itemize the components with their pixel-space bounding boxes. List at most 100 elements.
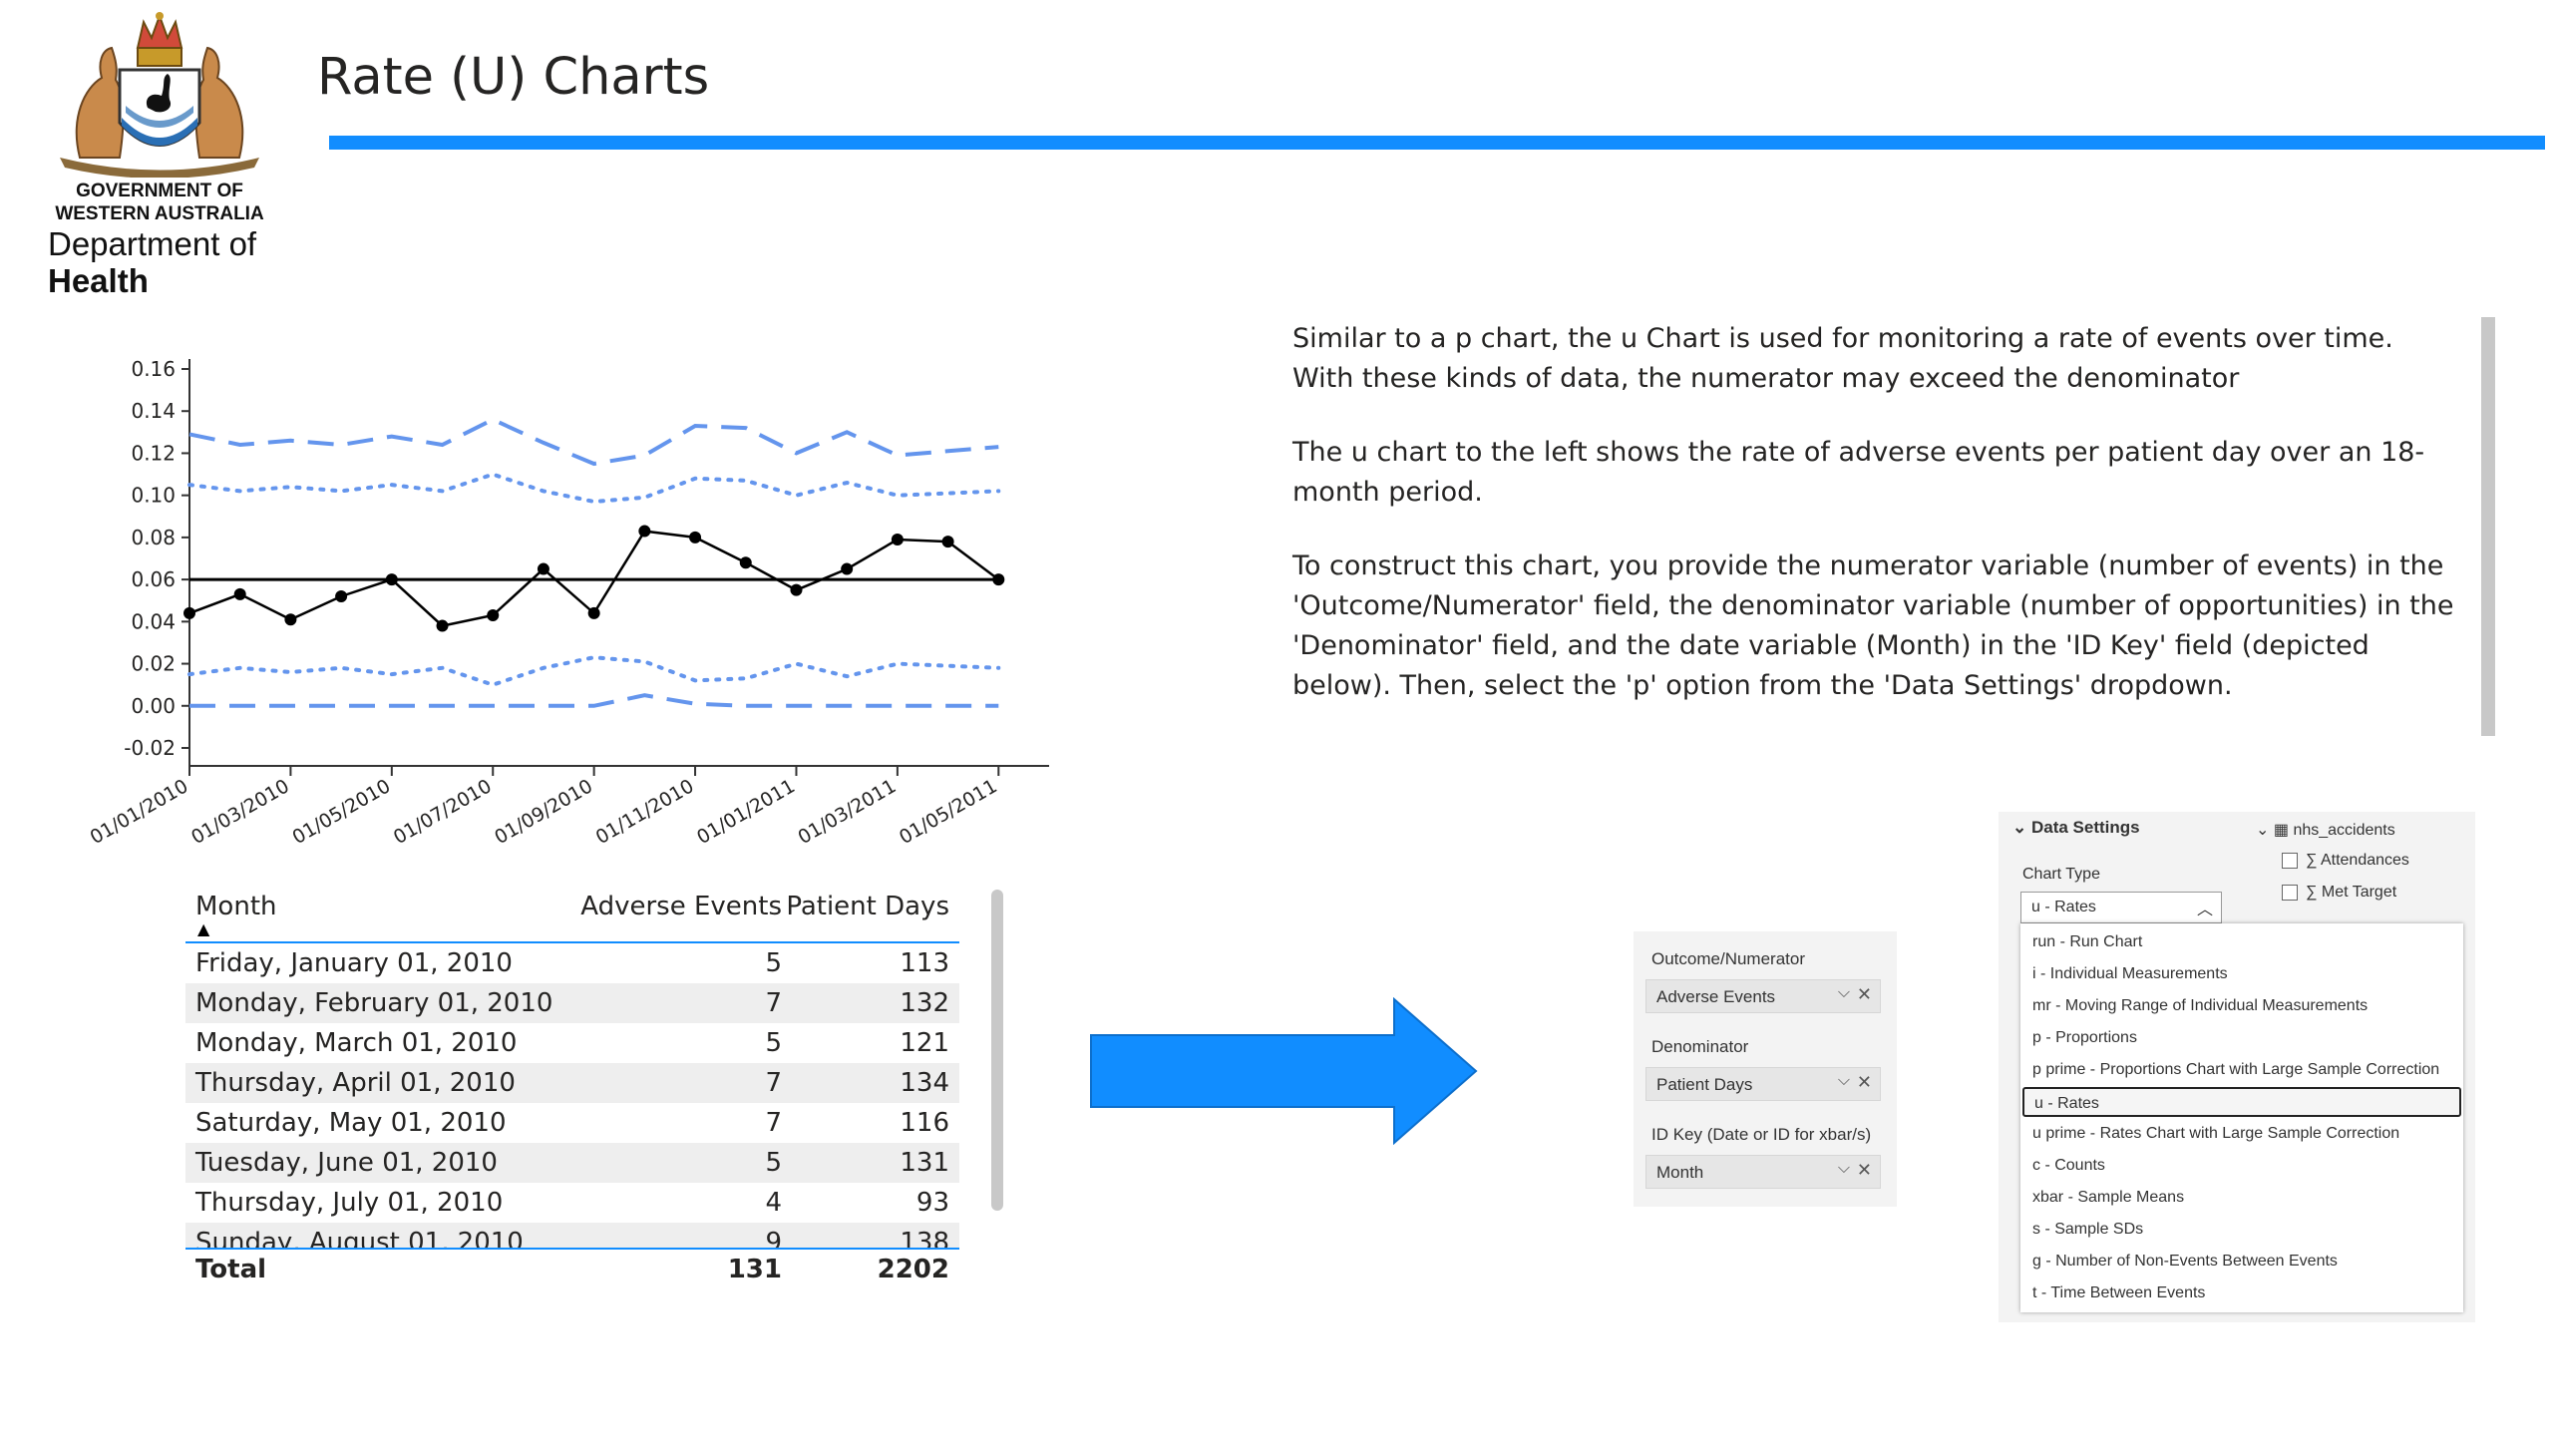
cell-patient-days: 116 — [900, 1108, 949, 1138]
checkbox[interactable] — [2282, 852, 2298, 869]
chart-type-option[interactable]: t - Time Between Events — [2022, 1278, 2461, 1308]
table-row[interactable]: Tuesday, June 01, 2010 5 131 — [185, 1143, 959, 1183]
x-tick-label: 01/05/2011 — [896, 775, 1001, 849]
chart-type-option[interactable]: g - Number of Non-Events Between Events — [2022, 1247, 2461, 1276]
table-body: Friday, January 01, 2010 5 113 Monday, Febr… — [185, 943, 959, 1248]
idkey-field[interactable]: Month ⌵ ✕ — [1645, 1155, 1881, 1189]
idkey-label: ID Key (Date or ID for xbar/s) — [1651, 1125, 1872, 1144]
page-title: Rate (U) Charts — [317, 48, 710, 107]
sigma-icon: ∑ — [2306, 884, 2322, 901]
close-icon[interactable]: ✕ — [1857, 1160, 1872, 1181]
column-header-patient-days[interactable]: Patient Days — [786, 892, 949, 921]
description-paragraph-2: The u chart to the left shows the rate o… — [1292, 437, 2425, 508]
cell-month: Thursday, July 01, 2010 — [195, 1188, 504, 1218]
numerator-field[interactable]: Adverse Events ⌵ ✕ — [1645, 979, 1881, 1013]
cell-adverse-events: 7 — [765, 1108, 782, 1138]
x-tick-label: 01/05/2010 — [288, 775, 394, 849]
data-settings-header[interactable]: ⌄ Data Settings — [2012, 818, 2140, 838]
chevron-down-icon: ⌄ — [2256, 822, 2270, 839]
chart-type-option[interactable]: i - Individual Measurements — [2022, 959, 2461, 989]
table-name: nhs_accidents — [2293, 822, 2395, 839]
close-icon[interactable]: ✕ — [1857, 984, 1872, 1005]
data-settings-label: Data Settings — [2030, 818, 2140, 837]
chart-type-option[interactable]: u - Rates — [2022, 1087, 2461, 1117]
chart-type-option[interactable]: mr - Moving Range of Individual Measurem… — [2022, 991, 2461, 1021]
table-icon: ▦ — [2273, 822, 2289, 839]
table-row[interactable]: Friday, January 01, 2010 5 113 — [185, 943, 959, 983]
series-lower-3sigma-line — [189, 693, 999, 708]
field-item[interactable]: ∑ Met Target — [2282, 884, 2396, 902]
table-row[interactable]: Monday, March 01, 2010 5 121 — [185, 1023, 959, 1063]
chevron-down-icon[interactable]: ⌵ — [1838, 1072, 1850, 1090]
table-row[interactable]: Thursday, April 01, 2010 7 134 — [185, 1063, 959, 1103]
table-row[interactable]: Sunday, August 01, 2010 9 138 — [185, 1223, 959, 1248]
total-adverse-events: 131 — [727, 1255, 782, 1284]
fields-list: ⌄ ▦ nhs_accidents ∑ Attendances ∑ Met Ta… — [2256, 812, 2475, 931]
chart-type-option[interactable]: xbar - Sample Means — [2022, 1183, 2461, 1213]
description-scrollbar[interactable] — [2481, 317, 2495, 736]
numerator-value: Adverse Events — [1656, 987, 1776, 1006]
chart-type-option[interactable]: c - Counts — [2022, 1151, 2461, 1181]
cell-month: Friday, January 01, 2010 — [195, 948, 513, 978]
chart-type-option[interactable]: p - Proportions — [2022, 1023, 2461, 1053]
description-text: Similar to a p chart, the u Chart is use… — [1292, 319, 2459, 740]
data-point — [233, 587, 246, 600]
close-icon[interactable]: ✕ — [1857, 1072, 1872, 1093]
chart-type-option[interactable]: u prime - Rates Chart with Large Sample … — [2022, 1119, 2461, 1149]
cell-month: Sunday, August 01, 2010 — [195, 1228, 524, 1248]
numerator-label: Outcome/Numerator — [1651, 949, 1805, 968]
data-point — [841, 562, 854, 575]
table-row[interactable]: Monday, February 01, 2010 7 132 — [185, 983, 959, 1023]
cell-patient-days: 134 — [900, 1068, 949, 1098]
dept-health-logo: GOVERNMENT OF WESTERN AUSTRALIA Departme… — [40, 8, 279, 297]
chart-type-option[interactable]: s - Sample SDs — [2022, 1215, 2461, 1245]
chart-type-dropdown: run - Run Chart i - Individual Measuremen… — [2020, 923, 2463, 1312]
y-tick-label: -0.02 — [124, 736, 176, 760]
cell-adverse-events: 4 — [765, 1188, 782, 1218]
cell-adverse-events: 5 — [765, 1148, 782, 1178]
column-header-month[interactable]: Month — [195, 892, 277, 921]
chart-type-option[interactable]: run - Run Chart — [2022, 927, 2461, 957]
cell-adverse-events: 7 — [765, 1068, 782, 1098]
cell-patient-days: 121 — [900, 1028, 949, 1058]
x-tick-label: 01/03/2010 — [187, 775, 293, 849]
logo-state-line: WESTERN AUSTRALIA — [55, 203, 264, 224]
chevron-down-icon[interactable]: ⌵ — [1838, 984, 1850, 1002]
data-point — [537, 562, 549, 575]
table-row[interactable]: Thursday, July 01, 2010 4 93 — [185, 1183, 959, 1223]
data-point — [183, 606, 195, 619]
x-tick-label: 01/03/2011 — [795, 775, 901, 849]
field-item[interactable]: ∑ Attendances — [2282, 852, 2409, 870]
u-chart: -0.02 0.00 0.02 0.04 0.06 0.08 0.10 0.12 0.14 0.1… — [90, 357, 1049, 849]
field-wells-panel: Outcome/Numerator Adverse Events ⌵ ✕ Den… — [1634, 931, 1897, 1207]
cell-patient-days: 131 — [900, 1148, 949, 1178]
denominator-field[interactable]: Patient Days ⌵ ✕ — [1645, 1067, 1881, 1101]
chevron-down-icon[interactable]: ⌵ — [1838, 1160, 1850, 1178]
data-point — [487, 609, 500, 621]
cell-patient-days: 138 — [900, 1228, 949, 1248]
data-point — [941, 536, 954, 548]
idkey-value: Month — [1656, 1163, 1704, 1182]
sigma-icon: ∑ — [2306, 852, 2321, 869]
chart-type-option[interactable]: p prime - Proportions Chart with Large S… — [2022, 1055, 2461, 1085]
description-paragraph-1: Similar to a p chart, the u Chart is use… — [1292, 323, 2393, 394]
field-name: Attendances — [2320, 852, 2409, 869]
table-node[interactable]: ⌄ ▦ nhs_accidents — [2256, 820, 2395, 840]
cell-patient-days: 113 — [900, 948, 949, 978]
checkbox[interactable] — [2282, 884, 2298, 901]
logo-health-line: Health — [48, 262, 149, 299]
data-point — [689, 531, 702, 544]
y-tick-label: 0.06 — [131, 567, 176, 591]
chart-type-select[interactable]: u - Rates ︿ — [2020, 892, 2222, 923]
right-arrow-icon — [1090, 997, 1478, 1145]
y-tick-label: 0.00 — [131, 694, 176, 718]
y-tick-label: 0.16 — [131, 357, 176, 381]
x-tick-label: 01/09/2010 — [491, 775, 596, 849]
chart-type-label: Chart Type — [2022, 866, 2100, 883]
field-name: Met Target — [2321, 884, 2397, 901]
cell-adverse-events: 7 — [765, 988, 782, 1018]
table-scrollbar[interactable] — [991, 890, 1003, 1211]
column-header-adverse-events[interactable]: Adverse Events — [580, 892, 782, 921]
table-row[interactable]: Saturday, May 01, 2010 7 116 — [185, 1103, 959, 1143]
cell-adverse-events: 5 — [765, 948, 782, 978]
